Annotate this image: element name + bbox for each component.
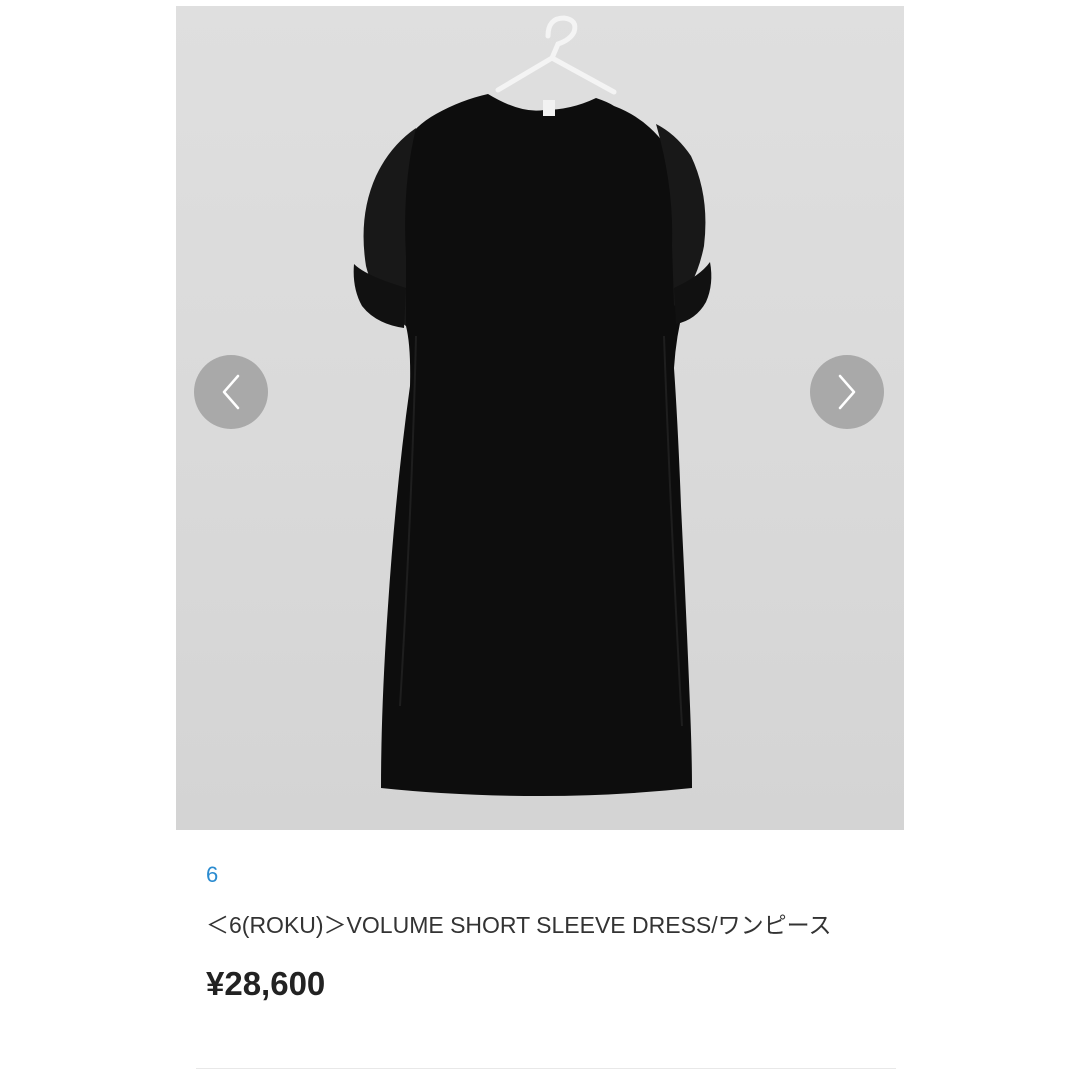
chevron-right-icon	[838, 374, 856, 410]
dress	[380, 94, 692, 796]
hanger	[495, 15, 617, 95]
product-photo	[353, 15, 712, 796]
divider	[196, 1068, 896, 1069]
previous-image-button[interactable]	[194, 355, 268, 429]
product-info: 6 ＜6(ROKU)＞VOLUME SHORT SLEEVE DRESS/ワンピ…	[206, 860, 886, 1004]
product-image-gallery	[176, 6, 904, 830]
product-title: ＜6(ROKU)＞VOLUME SHORT SLEEVE DRESS/ワンピース	[206, 912, 832, 938]
next-image-button[interactable]	[810, 355, 884, 429]
chevron-left-icon	[222, 374, 240, 410]
product-price: ¥28,600	[206, 965, 326, 1002]
brand-link[interactable]: 6	[206, 860, 886, 890]
